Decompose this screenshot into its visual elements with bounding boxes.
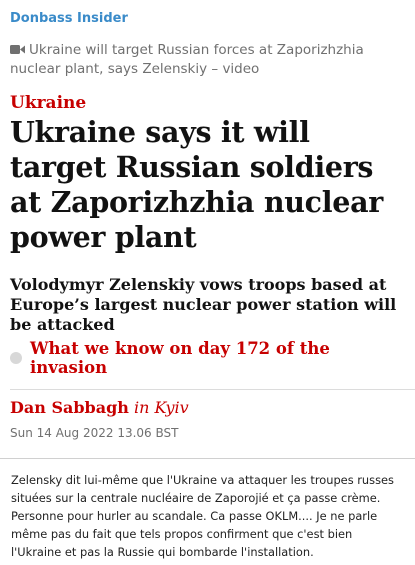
video-camera-icon xyxy=(10,42,25,54)
publish-date: Sun 14 Aug 2022 13.06 BST xyxy=(10,426,179,440)
section-kicker[interactable]: Ukraine xyxy=(10,93,409,113)
related-link[interactable]: What we know on day 172 of the invasion xyxy=(10,339,409,377)
channel-name[interactable]: Donbass Insider xyxy=(10,11,128,26)
byline: Dan Sabbagh in Kyiv xyxy=(10,398,409,417)
video-link-text: Ukraine will target Russian forces at Za… xyxy=(10,42,364,77)
channel-header: Donbass Insider xyxy=(0,0,415,37)
article-screenshot: Ukraine will target Russian forces at Za… xyxy=(10,41,415,440)
telegram-post: Donbass Insider Ukraine will target Russ… xyxy=(0,0,415,565)
video-link[interactable]: Ukraine will target Russian forces at Za… xyxy=(10,41,410,79)
byline-author[interactable]: Dan Sabbagh xyxy=(10,398,129,417)
post-caption: Zelensky dit lui-même que l'Ukraine va a… xyxy=(0,458,415,565)
article-standfirst: Volodymyr Zelenskiy vows troops based at… xyxy=(10,275,397,334)
article-headline: Ukraine says it will target Russian sold… xyxy=(10,115,383,254)
caption-text: Zelensky dit lui-même que l'Ukraine va a… xyxy=(11,473,394,559)
byline-location: in Kyiv xyxy=(134,398,189,417)
bullet-dot-icon xyxy=(10,352,22,364)
divider xyxy=(10,389,415,390)
related-link-text: What we know on day 172 of the invasion xyxy=(30,339,330,377)
